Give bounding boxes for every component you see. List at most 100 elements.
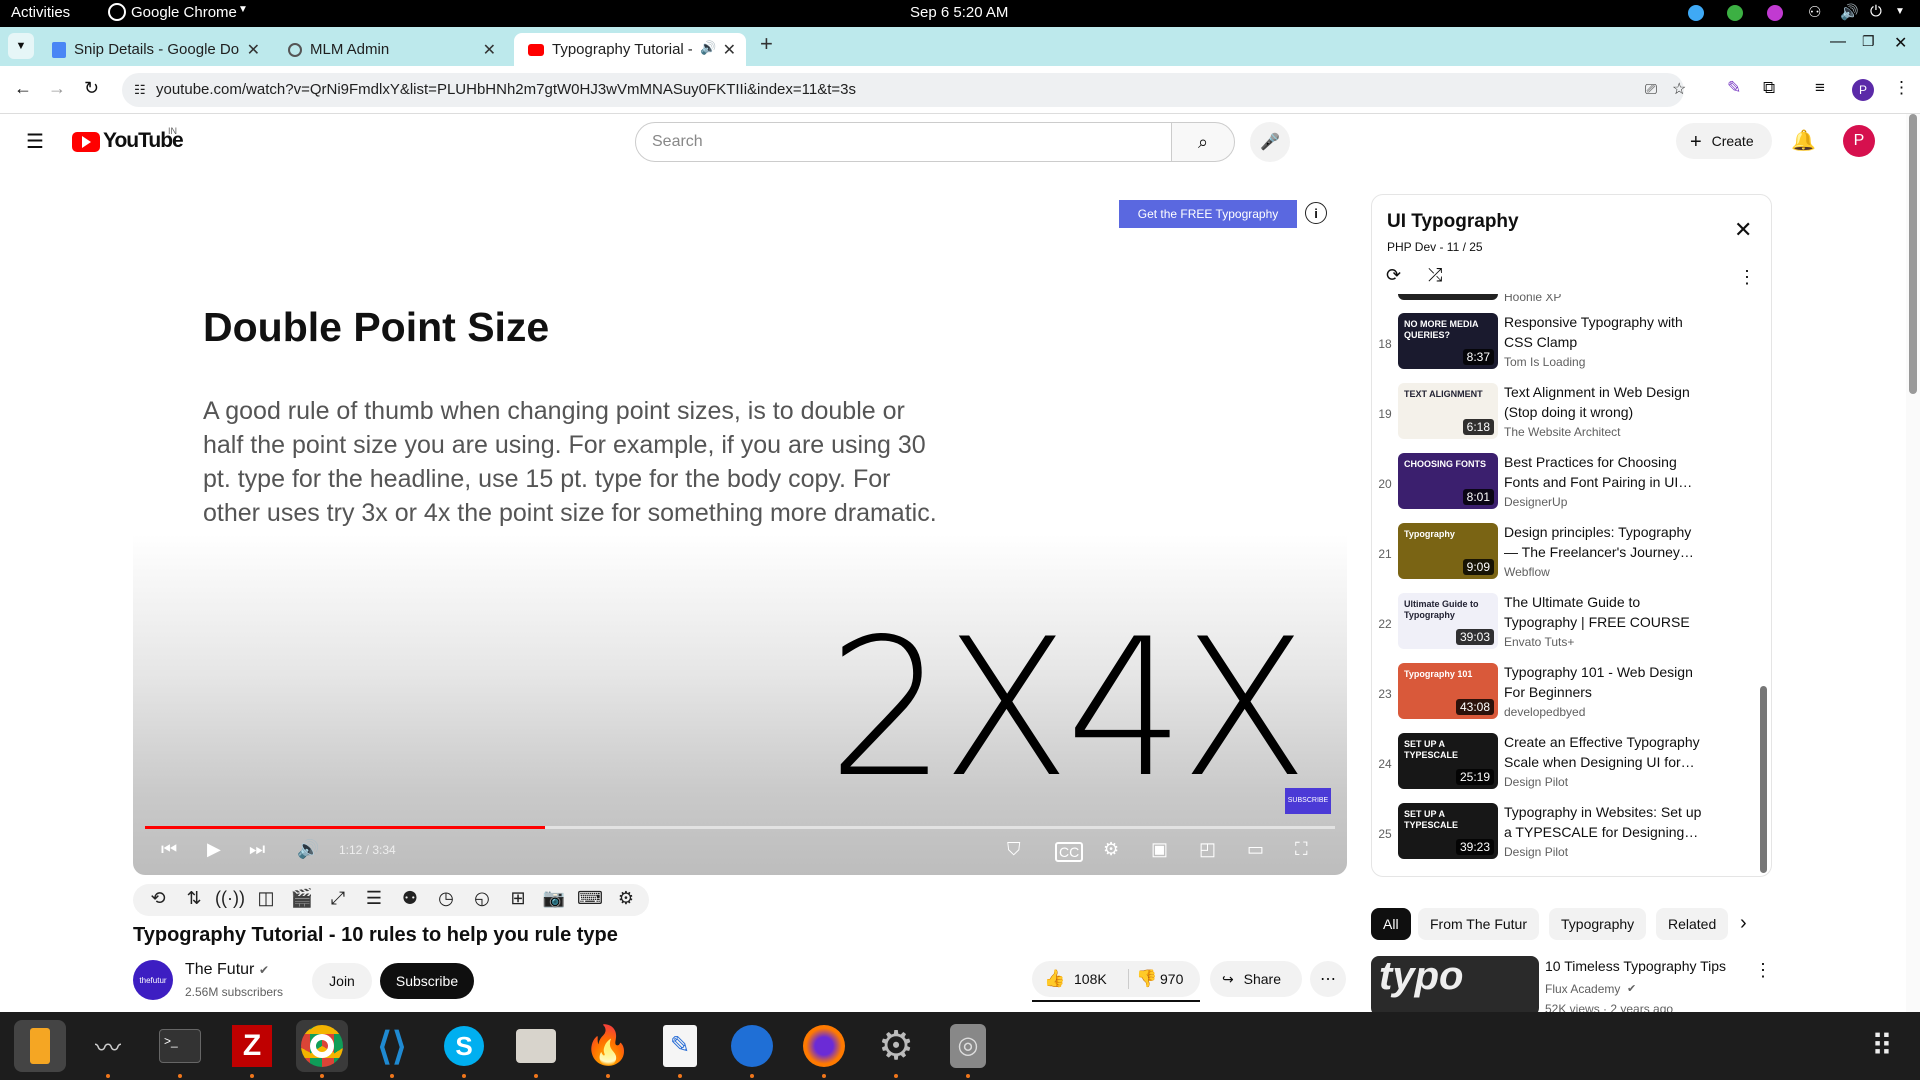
frame-plus-icon[interactable]: ⊞ <box>505 884 531 912</box>
filters-icon[interactable]: ⚉ <box>397 884 423 912</box>
clock[interactable]: Sep 6 5:20 AM <box>910 4 1008 21</box>
voice-search-button[interactable]: 🎤 <box>1250 122 1290 162</box>
playlist-thumbnail[interactable]: NO MORE MEDIA QUERIES? 8:37 <box>1398 313 1498 369</box>
share-button[interactable]: ↪ Share <box>1210 961 1302 997</box>
text-editor-icon[interactable]: ✎ <box>654 1020 706 1078</box>
subscribe-watermark[interactable]: SUBSCRIBE <box>1285 788 1331 814</box>
youtube-logo-icon[interactable] <box>72 132 100 152</box>
related-thumbnail[interactable]: typo <box>1371 956 1539 1012</box>
like-count[interactable]: 108K <box>1074 971 1107 987</box>
new-tab-button[interactable]: + <box>760 31 773 57</box>
close-window-button[interactable]: ✕ <box>1894 33 1907 53</box>
address-bar[interactable]: ☷ youtube.com/watch?v=QrNi9FmdlxY&list=P… <box>122 73 1686 107</box>
playlist-item-title[interactable]: Text Alignment in Web Design (Stop doing… <box>1504 382 1704 422</box>
broadcast-icon[interactable]: ((·)) <box>215 884 245 912</box>
system-monitor-icon[interactable]: 〰 <box>82 1020 134 1078</box>
speed-icon[interactable]: ◷ <box>433 884 459 912</box>
playlist-item-title[interactable]: Best Practices for Choosing Fonts and Fo… <box>1504 452 1704 492</box>
playlist-item-title[interactable]: The Ultimate Guide to Typography | FREE … <box>1504 592 1704 632</box>
camera-icon[interactable]: 📷 <box>541 884 567 912</box>
tray-chevron-icon[interactable]: ▼ <box>1895 6 1905 17</box>
playlist-meta[interactable]: PHP Dev - 11 / 25 <box>1387 240 1483 254</box>
chip-typography[interactable]: Typography <box>1549 908 1647 940</box>
fullscreen-button[interactable]: ⛶ <box>1295 839 1308 860</box>
tab-typography-tutorial[interactable]: Typography Tutorial - 🔊 ✕ <box>514 33 746 66</box>
extensions-icon[interactable]: ⧉ <box>1763 78 1775 98</box>
settings-gear-icon[interactable]: ⚙ <box>1103 839 1119 860</box>
hamburger-menu-icon[interactable]: ☰ <box>26 129 44 154</box>
playlist-item[interactable]: 18 NO MORE MEDIA QUERIES? 8:37 Responsive T… <box>1372 313 1752 383</box>
screenshot-view-icon[interactable]: ◫ <box>253 884 279 912</box>
playlist-item[interactable]: 19 TEXT ALIGNMENT 6:18 Text Alignment in We… <box>1372 383 1752 453</box>
tab-snip-details[interactable]: Snip Details - Google Do ✕ <box>38 33 270 66</box>
settings-icon[interactable]: ⚙ <box>613 884 639 912</box>
app-menu[interactable]: Google Chrome <box>131 4 237 21</box>
more-actions-button[interactable]: ⋯ <box>1310 961 1346 997</box>
forward-button[interactable]: → <box>48 78 66 99</box>
playlist-item[interactable]: 20 CHOOSING FONTS 8:01 Best Practices for C… <box>1372 453 1752 523</box>
chip-all[interactable]: All <box>1371 908 1411 940</box>
subscribe-button[interactable]: Subscribe <box>380 963 474 999</box>
playlist-item-title[interactable]: Typography 101 - Web Design For Beginner… <box>1504 662 1704 702</box>
tab-search-chevron-icon[interactable]: ▼ <box>8 33 34 59</box>
maximize-button[interactable]: ❐ <box>1862 33 1875 50</box>
promo-link[interactable]: Get the FREE Typography Manual <box>1119 200 1297 249</box>
chip-related[interactable]: Related <box>1656 908 1729 940</box>
page-scrollbar[interactable] <box>1906 114 1920 1012</box>
playlist-title[interactable]: UI Typography <box>1387 211 1519 233</box>
network-icon[interactable]: ⚇ <box>1808 3 1821 21</box>
chips-next-icon[interactable]: › <box>1740 912 1747 935</box>
playlist-thumbnail[interactable]: SET UP A TYPESCALE 25:19 <box>1398 733 1498 789</box>
miniplayer-button[interactable]: ▣ <box>1151 839 1168 860</box>
sponsor-shield-icon[interactable]: ⛉ <box>1007 839 1021 860</box>
close-icon[interactable]: ✕ <box>247 40 260 60</box>
files-icon[interactable] <box>510 1020 562 1078</box>
filezilla-icon[interactable]: Z <box>226 1020 278 1078</box>
tray-check-icon[interactable] <box>1727 5 1743 21</box>
account-avatar[interactable]: P <box>1843 125 1875 157</box>
channel-avatar[interactable]: thefutur <box>133 960 173 1000</box>
playlist-item[interactable]: 24 SET UP A TYPESCALE 25:19 Create an Effec… <box>1372 733 1752 803</box>
info-icon[interactable]: i <box>1305 202 1327 224</box>
sort-icon[interactable]: ⇅ <box>181 884 207 912</box>
next-button[interactable]: ⏭ <box>249 839 265 860</box>
chrome-dock-icon[interactable] <box>296 1020 348 1078</box>
loop-playlist-icon[interactable]: ⟳ <box>1386 265 1401 286</box>
clapper-icon[interactable]: 🎬 <box>289 884 315 912</box>
channel-name[interactable]: The Futur <box>185 961 254 979</box>
play-button[interactable]: ▶ <box>207 839 221 860</box>
site-info-icon[interactable]: ☷ <box>134 73 146 107</box>
chrome-menu-icon[interactable]: ⋮ <box>1893 78 1910 98</box>
dislike-count[interactable]: 970 <box>1160 971 1183 987</box>
disk-icon[interactable]: ◎ <box>942 1020 994 1078</box>
playlist-item-title[interactable]: Design principles: Typography — The Free… <box>1504 522 1704 562</box>
reload-button[interactable]: ↻ <box>84 78 99 99</box>
playlist-menu-icon[interactable]: ⋮ <box>1738 267 1756 288</box>
profile-avatar[interactable]: P <box>1852 79 1874 101</box>
theater-mode-button[interactable]: ▭ <box>1247 839 1264 860</box>
notifications-bell-icon[interactable]: 🔔 <box>1791 128 1816 153</box>
cast-icon[interactable]: ⎚ <box>1645 73 1657 107</box>
extension-pen-icon[interactable]: ✎ <box>1727 78 1741 98</box>
tray-color-icon[interactable] <box>1767 5 1783 21</box>
close-playlist-button[interactable]: ✕ <box>1734 217 1752 243</box>
power-icon[interactable]: ⏻ <box>1870 3 1882 20</box>
video-player[interactable]: Get the FREE Typography Manual i Double … <box>133 194 1347 875</box>
pip-button[interactable]: ◰ <box>1199 839 1216 860</box>
scrollbar-thumb[interactable] <box>1760 686 1767 873</box>
previous-button[interactable]: ⏮ <box>161 839 177 860</box>
tray-app-icon[interactable] <box>1688 5 1704 21</box>
playlist-item[interactable]: 23 Typography 101 43:08 Typography 101 - We… <box>1372 663 1752 733</box>
resize-icon[interactable]: ⤢ <box>325 884 351 912</box>
create-button[interactable]: + Create <box>1676 123 1772 159</box>
join-button[interactable]: Join <box>312 963 372 999</box>
keyboard-icon[interactable]: ⌨ <box>577 884 603 912</box>
close-icon[interactable]: ✕ <box>483 40 496 60</box>
activities-button[interactable]: Activities <box>11 4 70 21</box>
like-icon[interactable]: 👍 <box>1044 969 1065 989</box>
media-control-icon[interactable]: ≡ <box>1815 78 1825 98</box>
playlist-thumbnail[interactable]: SET UP A TYPESCALE 39:23 <box>1398 803 1498 859</box>
playlist-thumbnail[interactable]: Typography 9:09 <box>1398 523 1498 579</box>
volume-icon[interactable]: 🔊 <box>1840 3 1859 21</box>
firefox-icon[interactable] <box>798 1020 850 1078</box>
